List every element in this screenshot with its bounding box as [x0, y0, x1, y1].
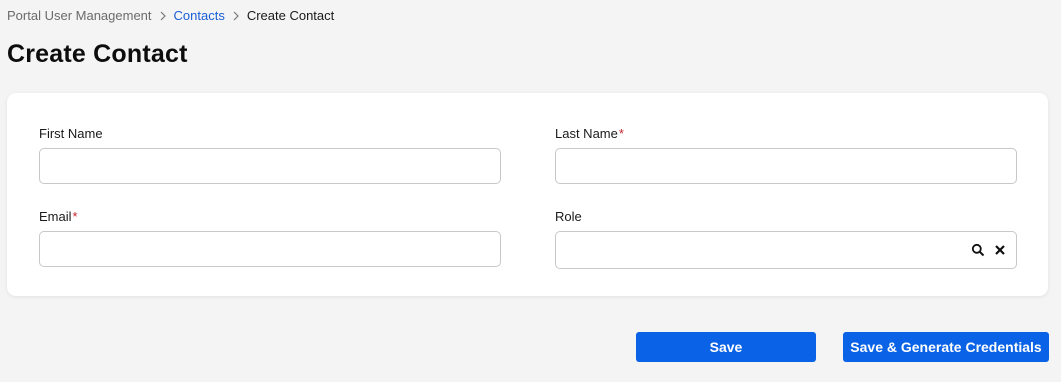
chevron-right-icon [230, 7, 242, 25]
breadcrumb-item-create-contact: Create Contact [246, 8, 335, 23]
email-field: Email * [39, 209, 501, 267]
breadcrumb-item-contacts[interactable]: Contacts [174, 7, 225, 25]
first-name-input[interactable] [40, 149, 500, 183]
last-name-input-box [555, 148, 1017, 184]
breadcrumb: Portal User Management Contacts Create C… [7, 7, 334, 25]
role-lookup-box [555, 231, 1017, 269]
role-input[interactable] [556, 232, 1016, 268]
chevron-right-icon [157, 7, 169, 25]
first-name-label: First Name [39, 126, 103, 141]
search-icon[interactable] [971, 243, 985, 257]
required-marker: * [618, 126, 624, 141]
email-input[interactable] [40, 232, 500, 266]
role-label: Role [555, 209, 582, 224]
save-button[interactable]: Save [636, 332, 816, 362]
role-actions [971, 232, 1007, 268]
last-name-label: Last Name * [555, 126, 624, 141]
last-name-field: Last Name * [555, 126, 1017, 184]
contact-form-card: First Name Last Name * Email * Role [7, 93, 1048, 296]
email-input-box [39, 231, 501, 267]
breadcrumb-item-portal-user-management[interactable]: Portal User Management [7, 7, 152, 25]
save-and-generate-credentials-button[interactable]: Save & Generate Credentials [843, 332, 1049, 362]
required-marker: * [72, 209, 78, 224]
role-field: Role [555, 209, 1017, 269]
first-name-field: First Name [39, 126, 501, 184]
first-name-input-box [39, 148, 501, 184]
email-label: Email * [39, 209, 78, 224]
close-icon[interactable] [993, 243, 1007, 257]
last-name-input[interactable] [556, 149, 1016, 183]
page-title: Create Contact [7, 40, 188, 68]
